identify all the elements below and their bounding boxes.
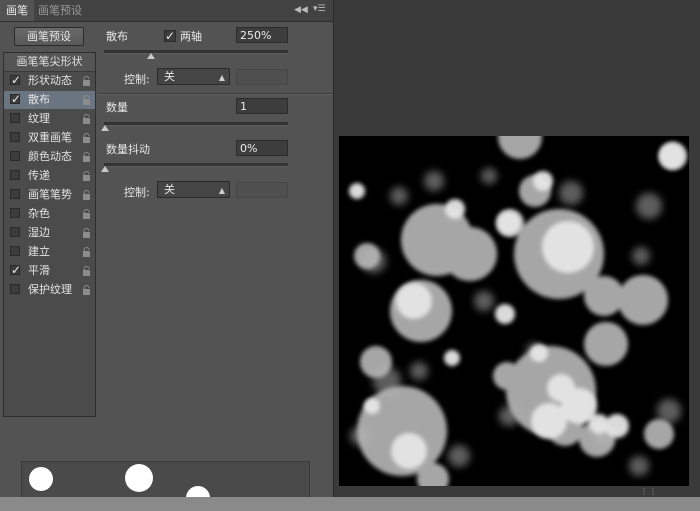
lock-icon[interactable]: [82, 171, 91, 181]
brush-setting-item[interactable]: ✓ 散布: [4, 91, 95, 109]
updown-arrow-icon: ▲: [218, 73, 225, 82]
double-chevron-left-icon[interactable]: ◀◀: [294, 5, 308, 15]
setting-checkbox[interactable]: ✓: [10, 93, 21, 105]
count-label: 数量: [106, 101, 128, 114]
tab-brush-presets[interactable]: 画笔预设: [32, 0, 88, 21]
lock-icon[interactable]: [82, 152, 91, 162]
scatter-control-select[interactable]: 关 ▲: [157, 68, 230, 85]
tab-brush[interactable]: 画笔: [0, 0, 34, 21]
section-divider: [98, 93, 333, 95]
stroke-preview-graphic: [22, 462, 309, 498]
setting-checkbox[interactable]: [10, 189, 20, 199]
lock-icon[interactable]: [82, 209, 91, 219]
panel-menu-icon[interactable]: ▾☰: [313, 4, 326, 14]
brush-panel: 画笔 画笔预设 ◀◀ ▾☰ 画笔预设 画笔笔尖形状 ✓ 形状动态 ✓ 散布纹理双重画笔…: [0, 0, 334, 499]
setting-label: 双重画笔: [28, 131, 72, 144]
brush-stroke-preview: [21, 461, 310, 499]
brush-setting-item[interactable]: 颜色动态: [4, 148, 95, 166]
setting-label: 保护纹理: [28, 283, 72, 296]
setting-checkbox[interactable]: [10, 246, 20, 256]
brush-setting-item[interactable]: 纹理: [4, 110, 95, 128]
scatter-slider-track[interactable]: [104, 50, 288, 54]
resize-grip-icon[interactable]: ⋮⋮: [640, 487, 658, 496]
setting-checkbox[interactable]: [10, 113, 20, 123]
document-canvas[interactable]: [339, 136, 689, 486]
brush-settings-list: 画笔笔尖形状 ✓ 形状动态 ✓ 散布纹理双重画笔颜色动态传递画笔笔势杂色湿边建立 ✓ 平滑…: [3, 52, 96, 417]
setting-checkbox[interactable]: [10, 208, 20, 218]
setting-label: 传递: [28, 169, 50, 182]
count-jitter-label: 数量抖动: [106, 143, 150, 156]
both-axes-checkbox[interactable]: ✓: [164, 30, 176, 42]
setting-label: 杂色: [28, 207, 50, 220]
setting-label: 平滑: [28, 264, 50, 277]
lock-icon[interactable]: [82, 95, 91, 105]
brush-setting-item[interactable]: 湿边: [4, 224, 95, 242]
count-jitter-slider-track[interactable]: [104, 163, 288, 167]
scatter-control-value: 关: [164, 70, 175, 83]
brush-setting-item[interactable]: 传递: [4, 167, 95, 185]
setting-checkbox[interactable]: [10, 227, 20, 237]
setting-checkbox[interactable]: ✓: [10, 264, 21, 276]
setting-label: 建立: [28, 245, 50, 258]
scatter-control-extra-field: [236, 69, 288, 85]
scatter-value-field[interactable]: 250%: [236, 27, 288, 43]
scatter-slider-thumb[interactable]: [147, 53, 155, 59]
setting-checkbox[interactable]: [10, 284, 20, 294]
brush-setting-item[interactable]: ✓ 形状动态: [4, 72, 95, 90]
setting-checkbox[interactable]: [10, 151, 20, 161]
both-axes-label: 两轴: [180, 30, 202, 43]
setting-label: 湿边: [28, 226, 50, 239]
updown-arrow-icon: ▲: [218, 186, 225, 195]
lock-icon[interactable]: [82, 266, 91, 276]
scatter-label: 散布: [106, 30, 128, 43]
brush-setting-item[interactable]: 杂色: [4, 205, 95, 223]
brush-setting-item[interactable]: 建立: [4, 243, 95, 261]
panel-tab-bar: 画笔 画笔预设 ◀◀ ▾☰: [0, 0, 333, 22]
setting-checkbox[interactable]: [10, 132, 20, 142]
lock-icon[interactable]: [82, 285, 91, 295]
count-jitter-control-select[interactable]: 关 ▲: [157, 181, 230, 198]
setting-label: 颜色动态: [28, 150, 72, 163]
brush-tip-shape-item[interactable]: 画笔笔尖形状: [4, 53, 95, 72]
setting-label: 形状动态: [28, 74, 72, 87]
lock-icon[interactable]: [82, 76, 91, 86]
count-jitter-control-label: 控制:: [124, 186, 150, 199]
brush-presets-button[interactable]: 画笔预设: [14, 27, 84, 46]
count-value-field[interactable]: 1: [236, 98, 288, 114]
brush-setting-item[interactable]: ✓ 平滑: [4, 262, 95, 280]
lock-icon[interactable]: [82, 133, 91, 143]
setting-label: 散布: [28, 93, 50, 106]
count-jitter-control-value: 关: [164, 183, 175, 196]
brush-setting-item[interactable]: 保护纹理: [4, 281, 95, 299]
lock-icon[interactable]: [82, 247, 91, 257]
setting-checkbox[interactable]: [10, 170, 20, 180]
count-jitter-control-extra-field: [236, 182, 288, 198]
count-jitter-value-field[interactable]: 0%: [236, 140, 288, 156]
count-slider-thumb[interactable]: [101, 125, 109, 131]
scatter-control-label: 控制:: [124, 73, 150, 86]
count-slider-track[interactable]: [104, 122, 288, 126]
count-jitter-slider-thumb[interactable]: [101, 166, 109, 172]
bokeh-image: [349, 136, 687, 486]
setting-label: 画笔笔势: [28, 188, 72, 201]
brush-setting-item[interactable]: 双重画笔: [4, 129, 95, 147]
setting-checkbox[interactable]: ✓: [10, 74, 21, 86]
status-bar: [0, 497, 700, 511]
lock-icon[interactable]: [82, 228, 91, 238]
lock-icon[interactable]: [82, 190, 91, 200]
lock-icon[interactable]: [82, 114, 91, 124]
brush-setting-item[interactable]: 画笔笔势: [4, 186, 95, 204]
setting-label: 纹理: [28, 112, 50, 125]
